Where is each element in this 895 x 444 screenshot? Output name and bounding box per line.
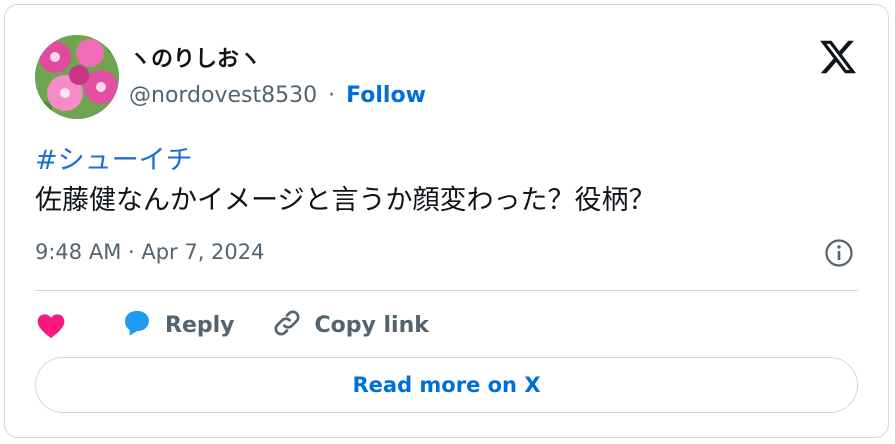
avatar[interactable] <box>35 35 119 119</box>
heart-icon[interactable] <box>35 309 67 341</box>
action-bar: Reply Copy link <box>35 305 465 345</box>
tweet-text: #シューイチ 佐藤健なんかイメージと言うか顔変わった？役柄？ <box>35 141 655 221</box>
reply-bubble-icon <box>121 307 153 343</box>
link-icon <box>271 307 303 343</box>
read-more-button[interactable]: Read more on X <box>35 357 858 413</box>
x-logo-icon[interactable] <box>818 37 858 77</box>
display-name[interactable]: ヽのりしおヽ <box>129 41 261 73</box>
divider <box>35 290 858 291</box>
handle[interactable]: @nordovest8530 <box>129 83 317 108</box>
tweet-body: 佐藤健なんかイメージと言うか顔変わった？役柄？ <box>35 185 656 216</box>
info-icon[interactable] <box>824 238 854 268</box>
handle-row: @nordovest8530 · Follow <box>129 83 426 108</box>
timestamp[interactable]: 9:48 AM · Apr 7, 2024 <box>35 240 265 264</box>
tweet-card: ヽのりしおヽ @nordovest8530 · Follow #シューイチ 佐藤… <box>4 4 889 438</box>
reply-label: Reply <box>165 312 235 338</box>
reply-button[interactable]: Reply <box>121 307 235 343</box>
separator-dot: · <box>328 83 336 108</box>
follow-button[interactable]: Follow <box>346 83 426 108</box>
copy-link-button[interactable]: Copy link <box>271 307 429 343</box>
copy-link-label: Copy link <box>314 312 429 338</box>
hashtag-link[interactable]: #シューイチ <box>35 141 655 181</box>
